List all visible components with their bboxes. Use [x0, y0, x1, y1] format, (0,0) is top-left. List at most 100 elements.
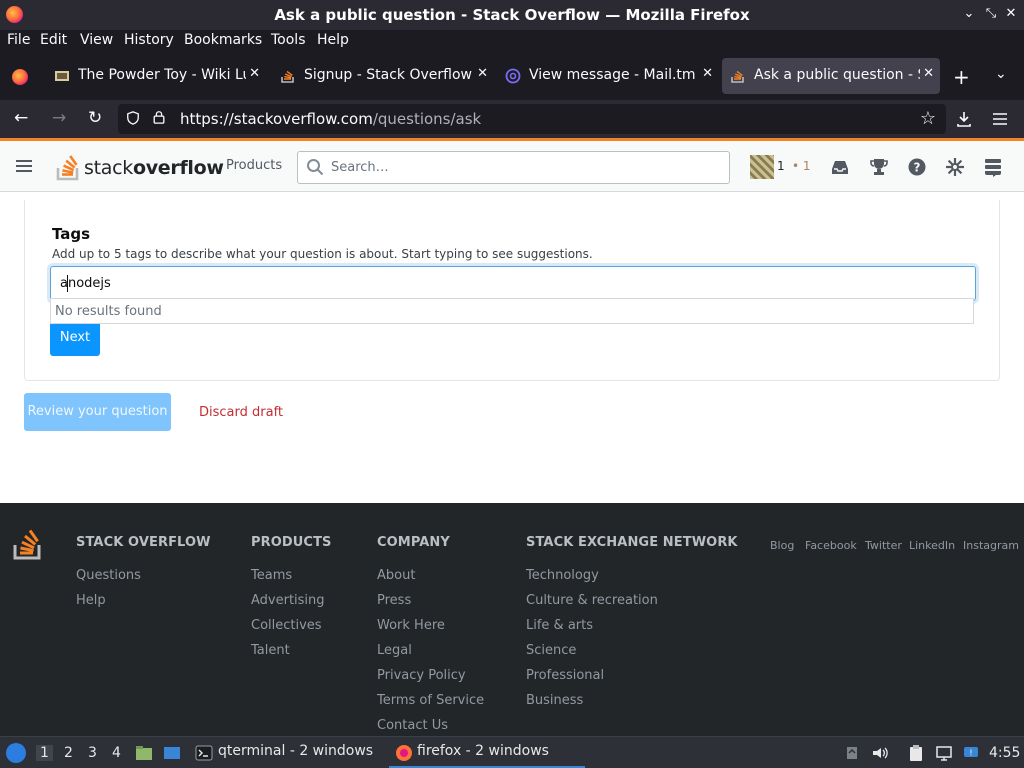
network-icon[interactable] — [935, 744, 953, 762]
tab-label: View message - Mail.tm — [529, 67, 696, 83]
forward-icon[interactable]: → — [52, 108, 66, 128]
downloads-icon[interactable] — [955, 110, 973, 128]
text-caret — [67, 275, 68, 292]
close-tab-icon[interactable]: ✕ — [702, 66, 713, 81]
menu-help[interactable]: Help — [317, 32, 349, 48]
footer-link-science[interactable]: Science — [526, 643, 738, 668]
app-menu-icon[interactable] — [991, 111, 1009, 127]
footer-link-technology[interactable]: Technology — [526, 568, 738, 593]
menu-tools[interactable]: Tools — [271, 32, 306, 48]
reputation-count: 1 — [777, 159, 785, 173]
notification-area-icon[interactable] — [843, 744, 861, 762]
bronze-badge-count: • 1 — [792, 159, 811, 173]
help-icon[interactable]: ? — [907, 157, 927, 177]
tab-ask-question[interactable]: Ask a public question - St ✕ — [722, 58, 940, 94]
discard-draft-link[interactable]: Discard draft — [199, 405, 283, 420]
close-tab-icon[interactable]: ✕ — [249, 66, 260, 81]
file-manager-icon[interactable] — [135, 744, 153, 762]
footer-link-terms[interactable]: Terms of Service — [377, 693, 484, 718]
logo-wordmark: stackoverflow — [84, 157, 224, 179]
stackoverflow-footer-logo-icon[interactable] — [12, 523, 44, 561]
footer-social-twitter[interactable]: Twitter — [865, 539, 902, 552]
tab-mail[interactable]: View message - Mail.tm ✕ — [497, 58, 719, 94]
site-switcher-icon[interactable] — [983, 157, 1003, 177]
footer-social-linkedin[interactable]: LinkedIn — [909, 539, 955, 552]
clipboard-icon[interactable] — [907, 744, 925, 762]
menu-file[interactable]: File — [7, 32, 30, 48]
minimize-icon[interactable]: ⌄ — [960, 5, 978, 23]
search-input[interactable]: Search… — [331, 160, 389, 175]
bookmark-star-icon[interactable]: ☆ — [920, 108, 936, 129]
menu-bar: File Edit View History Bookmarks Tools H… — [0, 30, 1024, 52]
footer-social-facebook[interactable]: Facebook — [805, 539, 857, 552]
close-tab-icon[interactable]: ✕ — [477, 66, 488, 81]
workspace-1[interactable]: 1 — [36, 745, 53, 761]
at-sign-icon — [505, 68, 521, 84]
footer-link-professional[interactable]: Professional — [526, 668, 738, 693]
footer-link-culture[interactable]: Culture & recreation — [526, 593, 738, 618]
list-all-tabs-icon[interactable]: ⌄ — [995, 66, 1007, 82]
restore-icon[interactable]: ⤡ — [982, 5, 1000, 23]
window-titlebar: Ask a public question - Stack Overflow —… — [0, 0, 1024, 30]
footer-heading: COMPANY — [377, 535, 450, 550]
footer-link-business[interactable]: Business — [526, 693, 738, 718]
show-desktop-icon[interactable] — [163, 744, 181, 762]
review-queue-icon[interactable] — [945, 157, 965, 177]
review-question-button[interactable]: Review your question — [24, 393, 171, 431]
menu-history[interactable]: History — [124, 32, 174, 48]
inbox-icon[interactable] — [830, 157, 850, 177]
tab-strip: The Powder Toy - Wiki Lu ✕ Signup - Stac… — [0, 52, 1024, 100]
footer-link-contact[interactable]: Contact Us — [377, 718, 484, 736]
footer-link-talent[interactable]: Talent — [251, 643, 332, 668]
footer-social-instagram[interactable]: Instagram — [963, 539, 1019, 552]
back-icon[interactable]: ← — [14, 108, 28, 128]
footer-link-work-here[interactable]: Work Here — [377, 618, 484, 643]
new-tab-icon[interactable]: + — [953, 65, 970, 89]
footer-heading: PRODUCTS — [251, 535, 332, 550]
volume-icon[interactable] — [871, 744, 889, 762]
footer-link-life-arts[interactable]: Life & arts — [526, 618, 738, 643]
footer-link-questions[interactable]: Questions — [76, 568, 211, 593]
footer-social-blog[interactable]: Blog — [770, 539, 794, 552]
workspace-4[interactable]: 4 — [112, 745, 121, 761]
taskbar-qterminal[interactable]: qterminal - 2 windows — [218, 743, 373, 759]
menu-view[interactable]: View — [80, 32, 113, 48]
stackoverflow-logo-icon — [56, 155, 79, 181]
start-menu-icon[interactable] — [6, 743, 26, 763]
footer-link-help[interactable]: Help — [76, 593, 211, 618]
workspace-2[interactable]: 2 — [64, 745, 73, 761]
next-button[interactable]: Next — [50, 324, 100, 356]
footer-link-advertising[interactable]: Advertising — [251, 593, 332, 618]
footer-link-privacy[interactable]: Privacy Policy — [377, 668, 484, 693]
lock-icon[interactable] — [152, 109, 166, 125]
products-link[interactable]: Products — [226, 158, 282, 173]
shield-icon[interactable] — [126, 110, 140, 126]
menu-edit[interactable]: Edit — [40, 32, 67, 48]
url-host: https://stackoverflow.com — [180, 110, 373, 128]
footer-link-legal[interactable]: Legal — [377, 643, 484, 668]
chat-notification-icon[interactable]: ! — [962, 744, 980, 762]
close-window-icon[interactable]: ✕ — [1002, 5, 1020, 23]
menu-bookmarks[interactable]: Bookmarks — [184, 32, 262, 48]
taskbar-firefox[interactable]: firefox - 2 windows — [417, 743, 549, 759]
user-avatar[interactable] — [750, 155, 774, 179]
tab-signup[interactable]: Signup - Stack Overflow ✕ — [272, 58, 494, 94]
footer-col-stackoverflow: STACK OVERFLOW Questions Help — [76, 535, 211, 610]
url-bar[interactable]: https://stackoverflow.com/questions/ask … — [118, 104, 946, 134]
tab-label: Ask a public question - St — [754, 67, 920, 83]
so-search-box[interactable]: Search… — [297, 151, 730, 184]
tags-input[interactable]: anodejs — [50, 266, 976, 301]
footer-link-collectives[interactable]: Collectives — [251, 618, 332, 643]
workspace-3[interactable]: 3 — [88, 745, 97, 761]
url-text[interactable]: https://stackoverflow.com/questions/ask — [180, 110, 481, 128]
reload-icon[interactable]: ↻ — [88, 108, 102, 128]
footer-link-press[interactable]: Press — [377, 593, 484, 618]
footer-link-about[interactable]: About — [377, 568, 484, 593]
tab-powder-toy[interactable]: The Powder Toy - Wiki Lu ✕ — [46, 58, 266, 94]
achievements-trophy-icon[interactable] — [869, 157, 889, 177]
logo-word-plain: stack — [84, 157, 133, 179]
firefox-view-icon[interactable] — [12, 69, 28, 85]
footer-link-teams[interactable]: Teams — [251, 568, 332, 593]
close-tab-icon[interactable]: ✕ — [923, 66, 934, 81]
hamburger-menu-icon[interactable] — [16, 160, 32, 172]
